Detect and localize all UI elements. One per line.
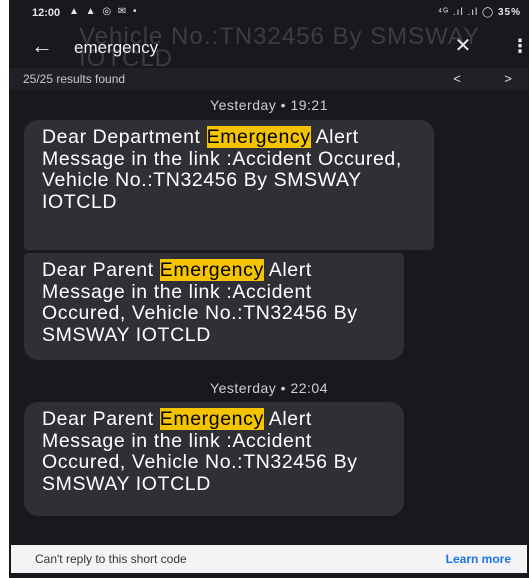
status-time: 12:00 [32, 7, 61, 19]
search-highlight: Emergency [159, 259, 264, 281]
message-text: Dear Department Emergency Alert Message … [42, 126, 402, 213]
message-bubble[interactable]: Dear Parent Emergency Alert Message in t… [24, 402, 404, 516]
network-signal-icon: ⁴ᴳ .ıl .ıl ◯ [437, 7, 495, 18]
notification-icons: ▲ ▲ ◎ ✉ • [69, 6, 139, 17]
chevron-left-icon[interactable]: < [449, 70, 465, 88]
reply-footer: Can't reply to this short code Learn mor… [11, 545, 527, 573]
message-bubble[interactable]: Dear Parent Emergency Alert Message in t… [24, 253, 404, 360]
back-arrow-icon[interactable]: ← [29, 33, 55, 59]
no-reply-notice: Can't reply to this short code [35, 552, 187, 566]
search-highlight: Emergency [206, 126, 311, 148]
messages-search-screen: 12:00 ▲ ▲ ◎ ✉ • ⁴ᴳ .ıl .ıl ◯ 35% Vehicle… [9, 0, 529, 578]
results-bar: 25/25 results found < > [9, 68, 529, 90]
date-separator: Yesterday • 19:21 [210, 97, 328, 113]
message-text: Dear Parent Emergency Alert Message in t… [42, 259, 358, 346]
chevron-right-icon[interactable]: > [500, 70, 516, 88]
signal-icons: ⁴ᴳ .ıl .ıl ◯ 35% [438, 7, 521, 18]
status-bar: 12:00 ▲ ▲ ◎ ✉ • ⁴ᴳ .ıl .ıl ◯ 35% [9, 0, 529, 26]
search-bar: Vehicle No.:TN32456 By SMSWAY IOTCLD ← ✕… [9, 26, 529, 66]
search-highlight: Emergency [159, 408, 264, 430]
close-icon[interactable]: ✕ [451, 34, 475, 58]
more-vert-icon[interactable]: ⋮ [511, 34, 529, 58]
message-text: Dear Parent Emergency Alert Message in t… [42, 408, 358, 495]
battery-percent: 35% [497, 7, 521, 18]
date-separator: Yesterday • 22:04 [210, 380, 328, 396]
results-count: 25/25 results found [23, 72, 126, 86]
learn-more-link[interactable]: Learn more [446, 552, 511, 566]
search-input[interactable] [72, 35, 406, 61]
message-bubble[interactable]: Dear Department Emergency Alert Message … [24, 120, 434, 250]
